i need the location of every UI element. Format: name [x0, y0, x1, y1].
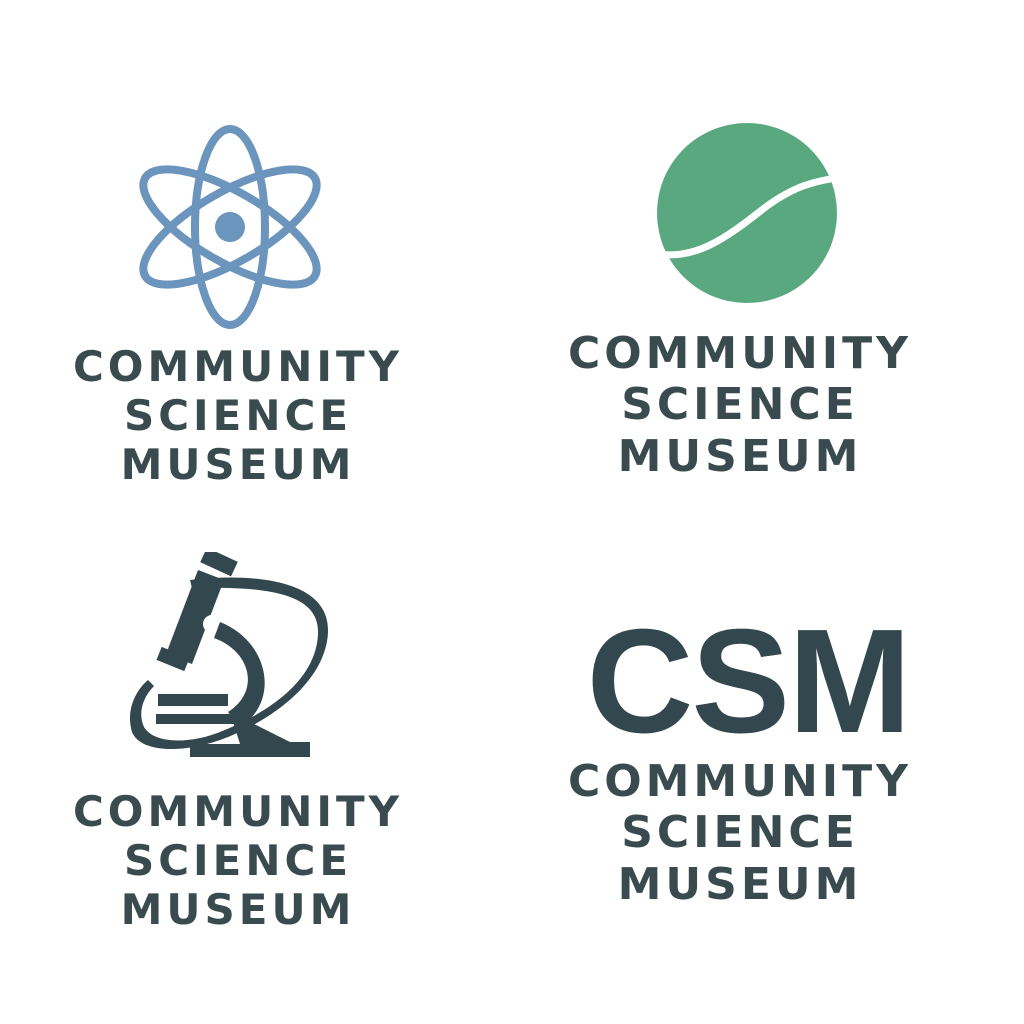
wordmark-line-1: COMMUNITY	[72, 787, 404, 836]
wordmark-line-3: MUSEUM	[617, 430, 863, 482]
wordmark-sphere: COMMUNITY SCIENCE MUSEUM	[484, 328, 996, 482]
monogram-csm: CSM	[586, 599, 912, 764]
logo-microscope: COMMUNITY SCIENCE MUSEUM	[0, 512, 512, 1024]
wordmark-line-2: SCIENCE	[123, 836, 353, 886]
wordmark-microscope: COMMUNITY SCIENCE MUSEUM	[0, 787, 494, 934]
wordmark-atom: COMMUNITY SCIENCE MUSEUM	[0, 342, 494, 489]
wordmark-csm: COMMUNITY SCIENCE MUSEUM	[484, 756, 996, 910]
wordmark-line-2: SCIENCE	[123, 391, 353, 441]
wordmark-line-1: COMMUNITY	[567, 328, 913, 379]
atom-icon	[139, 125, 321, 329]
logo-atom: COMMUNITY SCIENCE MUSEUM	[0, 0, 512, 512]
wordmark-line-3: MUSEUM	[617, 858, 863, 910]
wordmark-line-3: MUSEUM	[120, 885, 356, 935]
wordmark-line-1: COMMUNITY	[567, 756, 913, 807]
wordmark-line-2: SCIENCE	[621, 379, 859, 431]
logo-csm: CSM COMMUNITY SCIENCE MUSEUM	[512, 512, 1024, 1024]
green-sphere-icon	[657, 123, 837, 303]
wordmark-line-1: COMMUNITY	[72, 342, 404, 391]
microscope-icon	[129, 552, 329, 757]
logo-sphere: COMMUNITY SCIENCE MUSEUM	[512, 0, 1024, 512]
wordmark-line-3: MUSEUM	[120, 440, 356, 490]
wordmark-line-2: SCIENCE	[621, 807, 859, 859]
